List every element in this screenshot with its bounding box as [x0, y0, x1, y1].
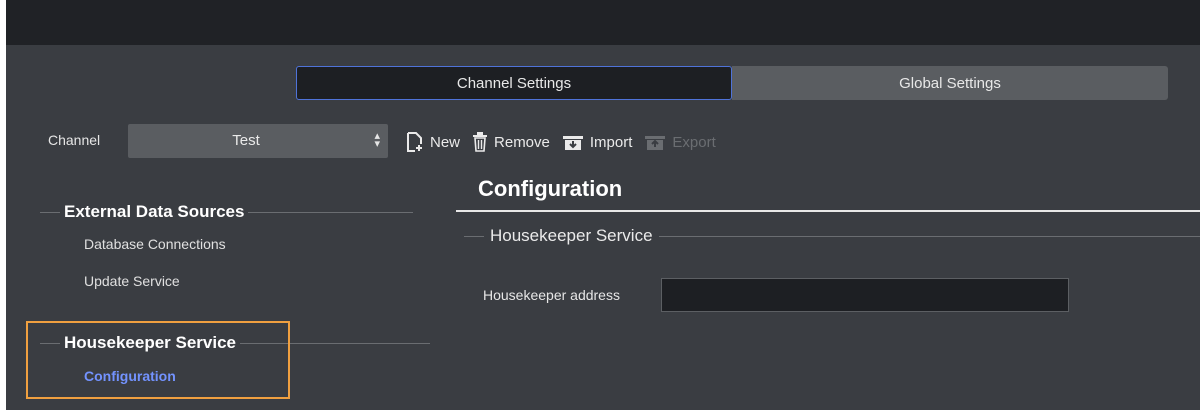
trash-icon [473, 132, 488, 152]
housekeeper-address-input[interactable] [661, 278, 1069, 312]
import-tray-icon [562, 136, 583, 150]
new-button[interactable]: New [406, 132, 460, 152]
export-button[interactable]: Export [644, 133, 716, 151]
nav-group-title: External Data Sources [64, 202, 245, 221]
app-window: Channel Settings Global Settings Channel… [6, 0, 1200, 410]
title-bar [6, 0, 1200, 45]
remove-button-label: Remove [494, 133, 550, 151]
tab-global-settings[interactable]: Global Settings [732, 66, 1168, 100]
divider [464, 235, 484, 237]
housekeeper-address-label: Housekeeper address [483, 287, 620, 303]
settings-tabs: Channel Settings Global Settings [296, 66, 1168, 100]
updown-arrow-icon: ▴ ▾ [374, 130, 380, 150]
export-tray-icon [645, 136, 666, 150]
divider [40, 211, 60, 213]
new-file-icon [407, 132, 422, 152]
nav-group-external-data-sources: External Data Sources [40, 202, 414, 222]
new-button-label: New [430, 133, 461, 151]
tab-channel-settings[interactable]: Channel Settings [296, 66, 732, 100]
highlight-box [26, 321, 290, 399]
remove-button[interactable]: Remove [472, 132, 550, 152]
import-button-label: Import [589, 133, 633, 151]
section-housekeeper-service: Housekeeper Service [464, 225, 1200, 247]
channel-label: Channel [48, 132, 101, 148]
channel-select-value: Test [232, 132, 260, 149]
title-divider [456, 210, 1200, 212]
section-title: Housekeeper Service [490, 226, 653, 245]
divider [658, 235, 1200, 237]
channel-select[interactable]: Test ▴ ▾ [128, 124, 388, 158]
channel-toolbar: New Remove Import Export [406, 130, 728, 154]
sidebar-item-update-service[interactable]: Update Service [84, 273, 180, 289]
import-button[interactable]: Import [562, 133, 633, 151]
divider [248, 211, 414, 213]
export-button-label: Export [672, 133, 716, 151]
tab-channel-settings-label: Channel Settings [456, 74, 572, 92]
tab-global-settings-label: Global Settings [899, 74, 1001, 92]
sidebar-item-database-connections[interactable]: Database Connections [84, 236, 226, 252]
page-title: Configuration [478, 176, 623, 201]
